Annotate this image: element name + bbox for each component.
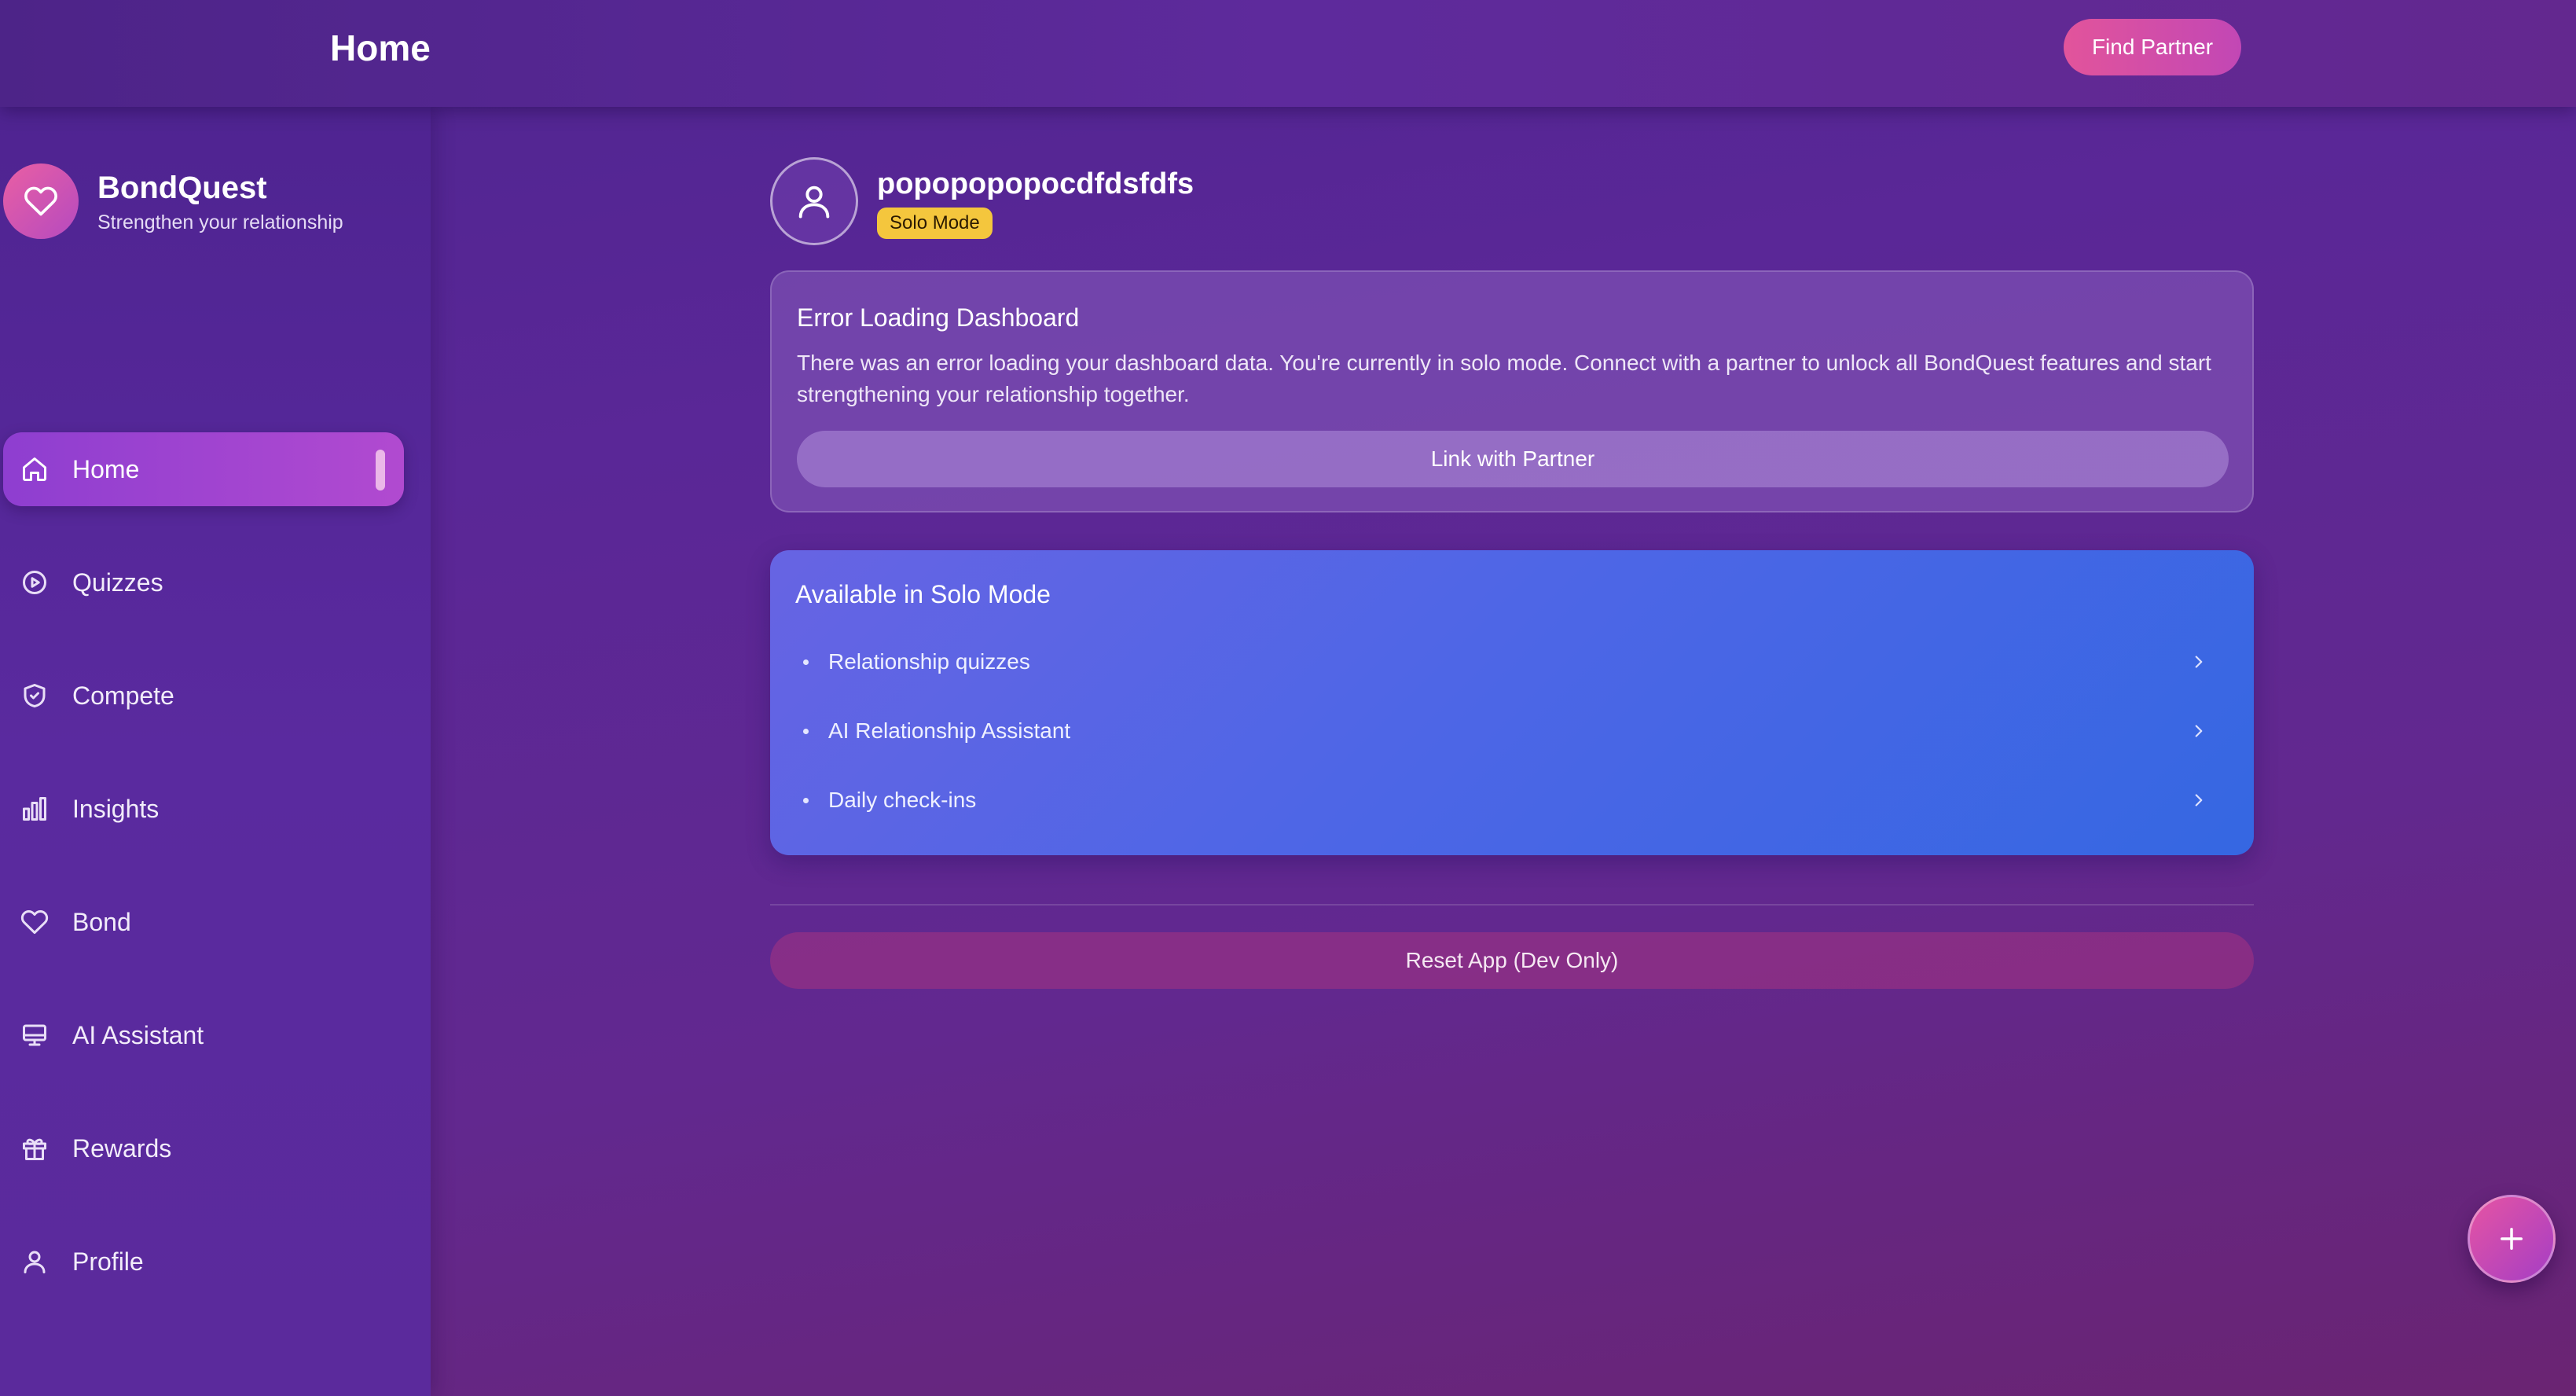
bullet-icon [803,798,809,803]
link-partner-button[interactable]: Link with Partner [797,431,2229,487]
monitor-icon [20,1021,49,1049]
user-icon [794,181,835,222]
sidebar-item-label: AI Assistant [72,1021,204,1049]
home-icon [20,455,49,483]
page-title: Home [330,28,431,68]
reset-app-button[interactable]: Reset App (Dev Only) [770,932,2254,989]
sidebar-item-label: Profile [72,1247,144,1276]
brand-tagline: Strengthen your relationship [97,211,343,233]
chevron-right-icon [2188,789,2210,811]
sidebar-item-bond[interactable]: Bond [3,885,404,959]
list-item-relationship-quizzes[interactable]: Relationship quizzes [783,634,2241,690]
list-item-daily-check-ins[interactable]: Daily check-ins [783,772,2241,828]
list-item-label: Daily check-ins [828,788,977,812]
play-circle-icon [20,568,49,597]
sidebar-item-home[interactable]: Home [3,432,404,506]
plus-icon [2495,1222,2528,1255]
sidebar-item-quizzes[interactable]: Quizzes [3,546,404,619]
error-title: Error Loading Dashboard [797,303,1080,332]
sidebar: BondQuest Strengthen your relationship H… [0,107,431,1396]
heart-icon [20,908,49,936]
divider [770,904,2254,906]
solo-mode-card: Available in Solo Mode Relationship quiz… [770,550,2254,855]
find-partner-button[interactable]: Find Partner [2064,19,2241,75]
avatar[interactable] [770,157,858,245]
list-item-label: AI Relationship Assistant [828,718,1071,743]
sidebar-item-label: Insights [72,795,160,823]
bar-chart-icon [20,795,49,823]
sidebar-item-label: Bond [72,908,131,936]
chevron-right-icon [2188,720,2210,742]
gift-icon [20,1134,49,1163]
chevron-right-icon [2188,651,2210,673]
solo-card-title: Available in Solo Mode [795,580,1051,608]
heart-icon [24,184,58,219]
bullet-icon [803,729,809,734]
list-item-ai-assistant[interactable]: AI Relationship Assistant [783,703,2241,759]
sidebar-item-label: Home [72,455,140,483]
sidebar-item-compete[interactable]: Compete [3,659,404,733]
sidebar-item-label: Compete [72,681,174,710]
sidebar-item-profile[interactable]: Profile [3,1225,404,1299]
list-item-label: Relationship quizzes [828,649,1030,674]
sidebar-item-rewards[interactable]: Rewards [3,1111,404,1185]
brand-logo [3,163,79,239]
brand-name: BondQuest [97,171,267,205]
username: popopopopocdfdsfdfs [877,167,1194,200]
bullet-icon [803,659,809,665]
active-indicator [376,450,385,490]
sidebar-item-label: Quizzes [72,568,163,597]
sidebar-item-label: Rewards [72,1134,172,1163]
error-card: Error Loading Dashboard There was an err… [770,270,2254,512]
sidebar-item-insights[interactable]: Insights [3,772,404,846]
error-message: There was an error loading your dashboar… [797,351,2211,406]
add-fab-button[interactable] [2468,1195,2556,1283]
sidebar-item-ai-assistant[interactable]: AI Assistant [3,998,404,1072]
user-icon [20,1247,49,1276]
shield-icon [20,681,49,710]
top-header: Home Find Partner [0,0,2576,107]
status-badge: Solo Mode [877,208,993,239]
